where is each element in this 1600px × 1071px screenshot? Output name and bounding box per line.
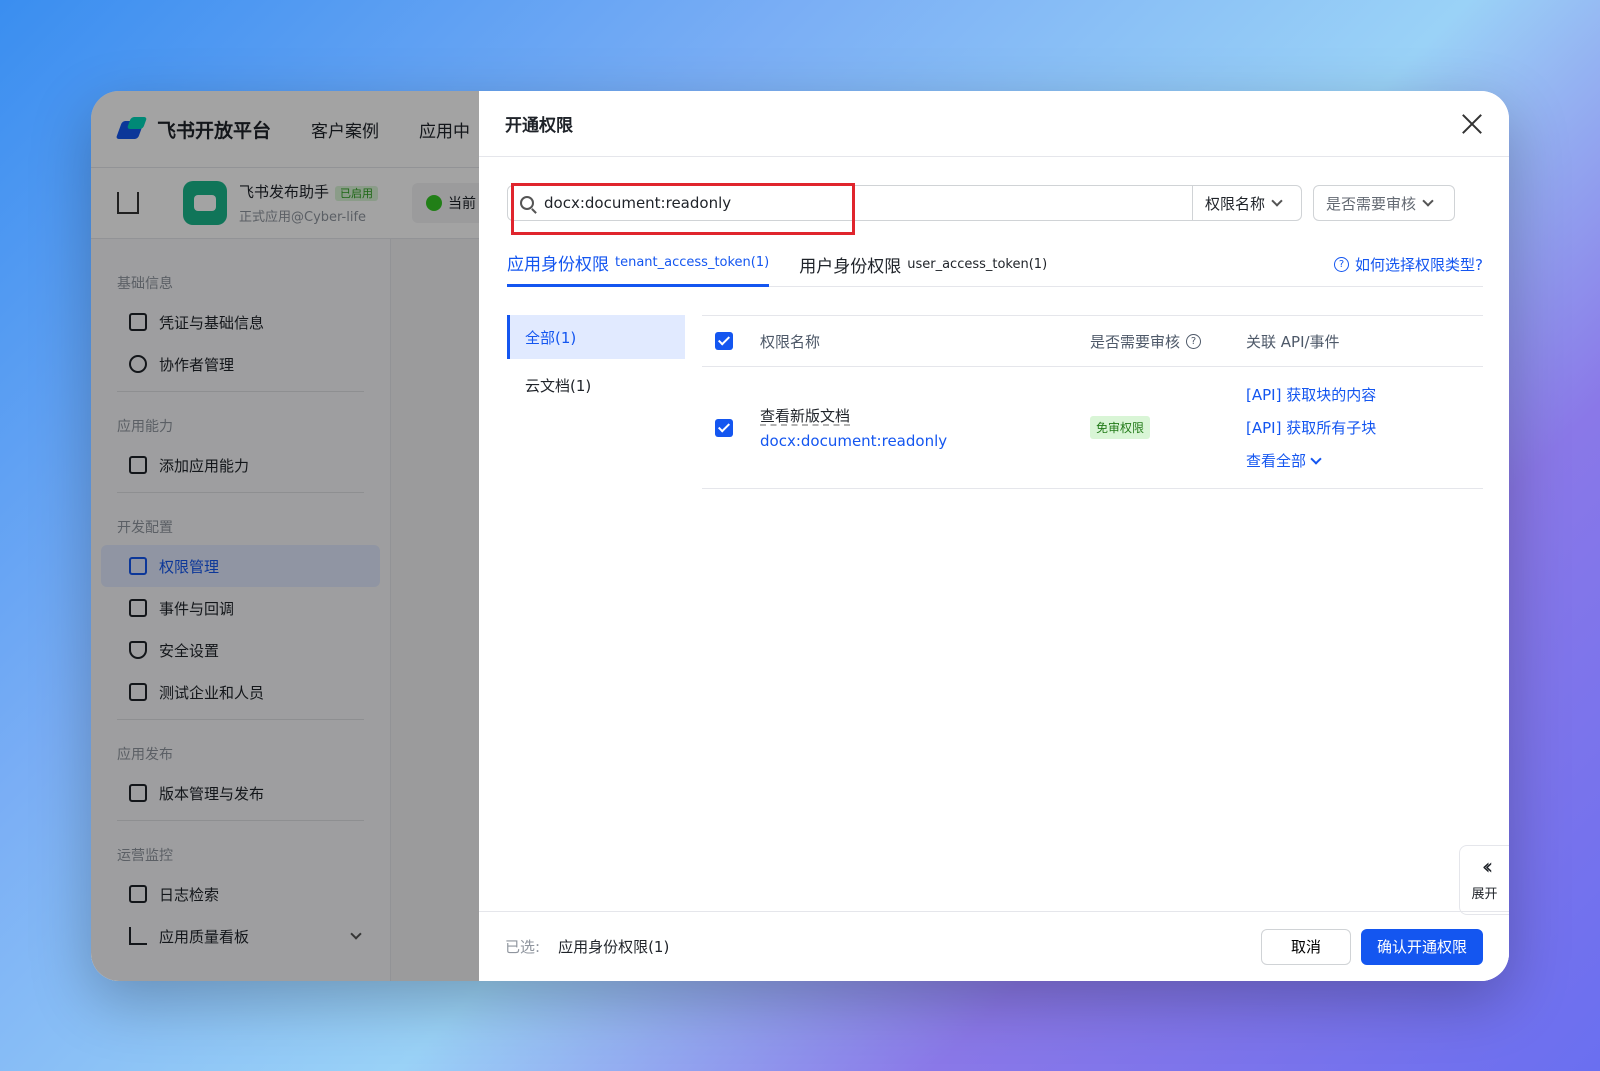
select-all-checkbox[interactable] [715, 332, 733, 350]
chevron-down-icon [1271, 195, 1283, 207]
chevron-down-icon [1310, 452, 1322, 465]
chevron-down-icon [1422, 195, 1434, 207]
api-link[interactable]: [API] 获取块的内容 [1246, 378, 1483, 411]
permission-drawer: 开通权限 权限名称 是否需要审核 应用身份权限tenant_access_tok… [479, 91, 1509, 981]
permission-code[interactable]: docx:document:readonly [760, 432, 1090, 450]
question-icon[interactable]: ? [1186, 333, 1202, 349]
double-chevron-left-icon: ‹‹ [1481, 854, 1493, 880]
expand-button[interactable]: ‹‹ 展开 [1459, 845, 1509, 915]
filter-review-select[interactable]: 是否需要审核 [1313, 185, 1455, 221]
col-review: 是否需要审核? [1090, 331, 1246, 352]
category-all[interactable]: 全部(1) [507, 315, 685, 359]
view-all-link[interactable]: 查看全部 [1246, 444, 1483, 477]
review-badge: 免审权限 [1090, 416, 1151, 439]
help-link[interactable]: ? 如何选择权限类型? [1334, 241, 1483, 287]
col-name: 权限名称 [760, 332, 821, 351]
cancel-button[interactable]: 取消 [1261, 928, 1351, 965]
filter-field-select[interactable]: 权限名称 [1192, 185, 1302, 221]
col-apis: 关联 API/事件 [1246, 332, 1340, 351]
selected-value: 应用身份权限(1) [558, 938, 670, 956]
app-window: 飞书开放平台 客户案例 应用中 飞书发布助手 已启用 正式应用@Cyber-lif… [91, 91, 1509, 981]
tab-tenant[interactable]: 应用身份权限 tenant_access_token(1) [507, 241, 770, 287]
close-icon[interactable] [1461, 113, 1483, 135]
category-docs[interactable]: 云文档(1) [507, 363, 685, 407]
permission-table: 权限名称 是否需要审核? 关联 API/事件 查看新版文档 docx:docum… [702, 315, 1483, 489]
modal-overlay[interactable] [91, 91, 491, 981]
selected-label: 已选: [505, 938, 541, 956]
category-list: 全部(1) 云文档(1) [507, 315, 685, 411]
confirm-button[interactable]: 确认开通权限 [1361, 928, 1483, 965]
api-link[interactable]: [API] 获取所有子块 [1246, 411, 1483, 444]
question-icon: ? [1334, 256, 1350, 272]
permission-tabs: 应用身份权限 tenant_access_token(1) 用户身份权限 user_… [507, 241, 1483, 287]
permission-name: 查看新版文档 [760, 407, 851, 425]
table-header: 权限名称 是否需要审核? 关联 API/事件 [702, 315, 1483, 367]
tab-user[interactable]: 用户身份权限 user_access_token(1) [799, 241, 1047, 287]
highlight-box [511, 183, 855, 235]
drawer-title: 开通权限 [479, 91, 1509, 157]
table-row: 查看新版文档 docx:document:readonly 免审权限 [API]… [702, 367, 1483, 489]
row-checkbox[interactable] [715, 418, 733, 437]
drawer-footer: 已选: 应用身份权限(1) 取消 确认开通权限 [479, 911, 1509, 981]
